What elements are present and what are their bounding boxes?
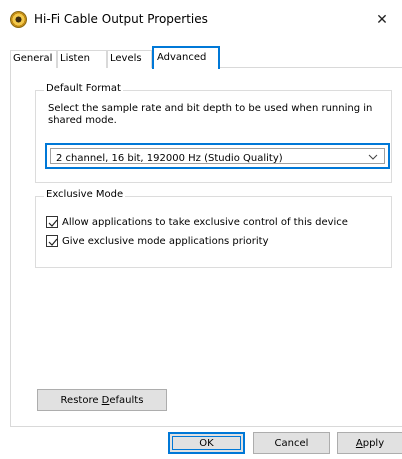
checkmark-icon xyxy=(48,219,58,227)
apply-label: Apply xyxy=(355,437,385,449)
exclusive-priority-option[interactable]: Give exclusive mode applications priorit… xyxy=(46,234,269,248)
exclusive-priority-checkbox[interactable] xyxy=(46,235,58,247)
title-bar: Hi-Fi Cable Output Properties ✕ xyxy=(0,0,402,40)
allow-exclusive-control-label: Allow applications to take exclusive con… xyxy=(62,216,348,228)
default-format-group: Default Format Select the sample rate an… xyxy=(35,83,392,183)
window-title: Hi-Fi Cable Output Properties xyxy=(34,12,208,26)
close-button[interactable]: ✕ xyxy=(362,0,402,40)
ok-focus-ring xyxy=(172,436,241,450)
tab-advanced[interactable]: Advanced xyxy=(152,46,220,69)
restore-defaults-label: Restore Defaults xyxy=(60,394,144,406)
speaker-icon xyxy=(10,11,27,28)
format-dropdown[interactable]: 2 channel, 16 bit, 192000 Hz (Studio Qua… xyxy=(45,143,390,169)
tab-listen[interactable]: Listen xyxy=(57,50,107,68)
exclusive-priority-label: Give exclusive mode applications priorit… xyxy=(62,235,269,247)
chevron-down-icon xyxy=(368,154,378,160)
ok-button[interactable]: OK xyxy=(168,432,245,454)
apply-button[interactable]: Apply xyxy=(337,432,402,454)
allow-exclusive-control-option[interactable]: Allow applications to take exclusive con… xyxy=(46,215,348,229)
default-format-description: Select the sample rate and bit depth to … xyxy=(48,103,373,126)
checkmark-icon xyxy=(48,238,58,246)
cancel-button[interactable]: Cancel xyxy=(253,432,330,454)
exclusive-mode-group: Exclusive Mode Allow applications to tak… xyxy=(35,189,392,268)
tab-levels[interactable]: Levels xyxy=(107,50,152,68)
tab-general[interactable]: General xyxy=(10,50,57,68)
allow-exclusive-control-checkbox[interactable] xyxy=(46,216,58,228)
close-icon: ✕ xyxy=(376,12,388,28)
format-dropdown-value: 2 channel, 16 bit, 192000 Hz (Studio Qua… xyxy=(56,153,283,164)
format-dropdown-field: 2 channel, 16 bit, 192000 Hz (Studio Qua… xyxy=(50,148,385,164)
dialog-footer: OK Cancel Apply xyxy=(0,427,402,459)
default-format-legend: Default Format xyxy=(44,83,123,94)
cancel-label: Cancel xyxy=(274,437,309,449)
exclusive-mode-legend: Exclusive Mode xyxy=(44,189,126,200)
tab-panel-advanced: Default Format Select the sample rate an… xyxy=(10,67,402,427)
restore-defaults-button[interactable]: Restore Defaults xyxy=(37,389,167,411)
